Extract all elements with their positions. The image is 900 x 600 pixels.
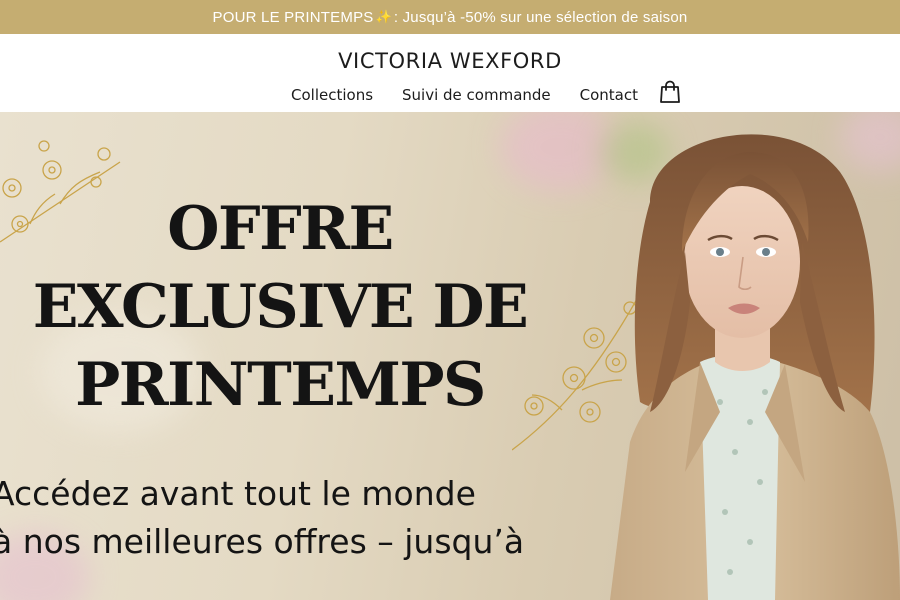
- nav-link-contact[interactable]: Contact: [580, 86, 638, 104]
- site-header: VICTORIA WEXFORD Collections Suivi de co…: [0, 34, 900, 112]
- model-photo: [610, 134, 900, 600]
- headline-line: OFFRE: [167, 194, 394, 264]
- nav-link-order-tracking[interactable]: Suivi de commande: [402, 86, 551, 104]
- subline-line: Accédez avant tout le monde: [0, 474, 476, 513]
- announcement-bar: POUR LE PRINTEMPS ✨ : Jusqu’à -50% sur u…: [0, 0, 900, 34]
- hero-subheadline: Accédez avant tout le monde à nos meille…: [0, 470, 552, 566]
- headline-line: PRINTEMPS: [75, 350, 486, 420]
- hero-headline: OFFRE EXCLUSIVE DE PRINTEMPS: [0, 190, 560, 424]
- main-nav: Collections Suivi de commande Contact: [0, 80, 900, 104]
- brand-logo[interactable]: VICTORIA WEXFORD: [0, 49, 900, 73]
- subline-line: à nos meilleures offres – jusqu’à: [0, 522, 525, 561]
- nav-link-collections[interactable]: Collections: [291, 86, 373, 104]
- announcement-prefix: POUR LE PRINTEMPS: [212, 8, 374, 26]
- sparkles-icon: ✨: [375, 9, 392, 24]
- hero-banner[interactable]: OFFRE EXCLUSIVE DE PRINTEMPS Accédez ava…: [0, 112, 900, 600]
- shopping-bag-icon[interactable]: [659, 80, 681, 104]
- headline-line: EXCLUSIVE DE: [32, 272, 529, 342]
- announcement-text: : Jusqu’à -50% sur une sélection de sais…: [393, 8, 688, 26]
